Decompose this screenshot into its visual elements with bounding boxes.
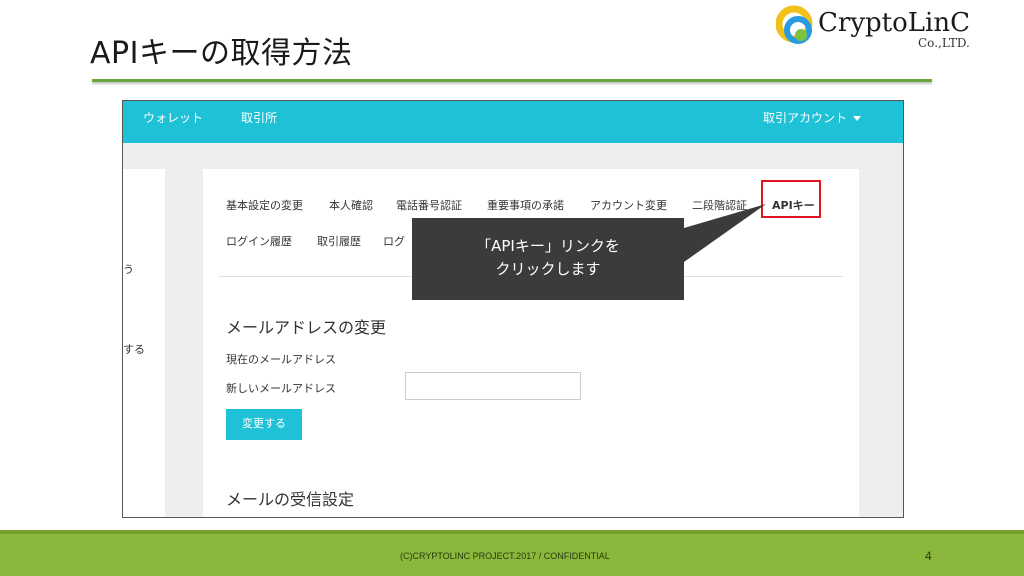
title-underline	[92, 79, 932, 82]
logo-name: CryptoLinC	[818, 8, 970, 38]
current-email-label: 現在のメールアドレス	[226, 353, 336, 366]
nav-wallet[interactable]: ウォレット	[143, 109, 203, 126]
caret-down-icon	[853, 116, 862, 121]
nav-account-menu[interactable]: 取引アカウント	[763, 109, 862, 126]
tab-log[interactable]: ログ	[383, 233, 405, 249]
top-navbar: ウォレット 取引所 取引アカウント	[123, 101, 903, 143]
tab-terms-consent[interactable]: 重要事項の承諾	[487, 197, 564, 213]
tab-two-factor[interactable]: 二段階認証	[692, 197, 747, 213]
browser-screenshot: ウォレット 取引所 取引アカウント う する 基本設定の変更 本人確認 電話番号…	[122, 100, 904, 518]
tab-account-change[interactable]: アカウント変更	[590, 197, 667, 213]
page-number: 4	[925, 549, 932, 563]
company-logo: CryptoLinC Co.,LTD.	[776, 4, 986, 54]
email-change-title: メールアドレスの変更	[226, 318, 387, 337]
logo-subtitle: Co.,LTD.	[918, 36, 970, 50]
sidebar-text-2: する	[123, 343, 145, 356]
nav-exchange[interactable]: 取引所	[241, 109, 277, 126]
new-email-label: 新しいメールアドレス	[226, 382, 336, 395]
footer-top-line	[0, 530, 1024, 534]
tab-trade-history[interactable]: 取引履歴	[317, 233, 361, 249]
tab-identity-verification[interactable]: 本人確認	[329, 197, 373, 213]
left-sidebar: う する	[123, 169, 165, 517]
logo-mark-icon	[776, 5, 813, 44]
sidebar-text-1: う	[123, 263, 134, 276]
instruction-callout: 「APIキー」リンクを クリックします	[412, 218, 684, 300]
new-email-input[interactable]	[405, 372, 581, 400]
email-receive-settings-title: メールの受信設定	[226, 490, 355, 509]
callout-text: 「APIキー」リンクを クリックします	[412, 235, 684, 281]
change-email-button[interactable]: 変更する	[226, 409, 302, 440]
callout-line-2: クリックします	[495, 260, 601, 278]
slide-title: APIキーの取得方法	[90, 36, 353, 71]
tab-login-history[interactable]: ログイン履歴	[226, 233, 292, 249]
nav-account-label: 取引アカウント	[763, 111, 848, 125]
tab-basic-settings[interactable]: 基本設定の変更	[226, 197, 303, 213]
api-key-highlight-box	[761, 180, 821, 218]
tab-phone-verification[interactable]: 電話番号認証	[396, 197, 462, 213]
callout-line-1: 「APIキー」リンクを	[476, 237, 620, 255]
footer-copyright: (C)CRYPTOLINC PROJECT.2017 / CONFIDENTIA…	[400, 551, 610, 561]
